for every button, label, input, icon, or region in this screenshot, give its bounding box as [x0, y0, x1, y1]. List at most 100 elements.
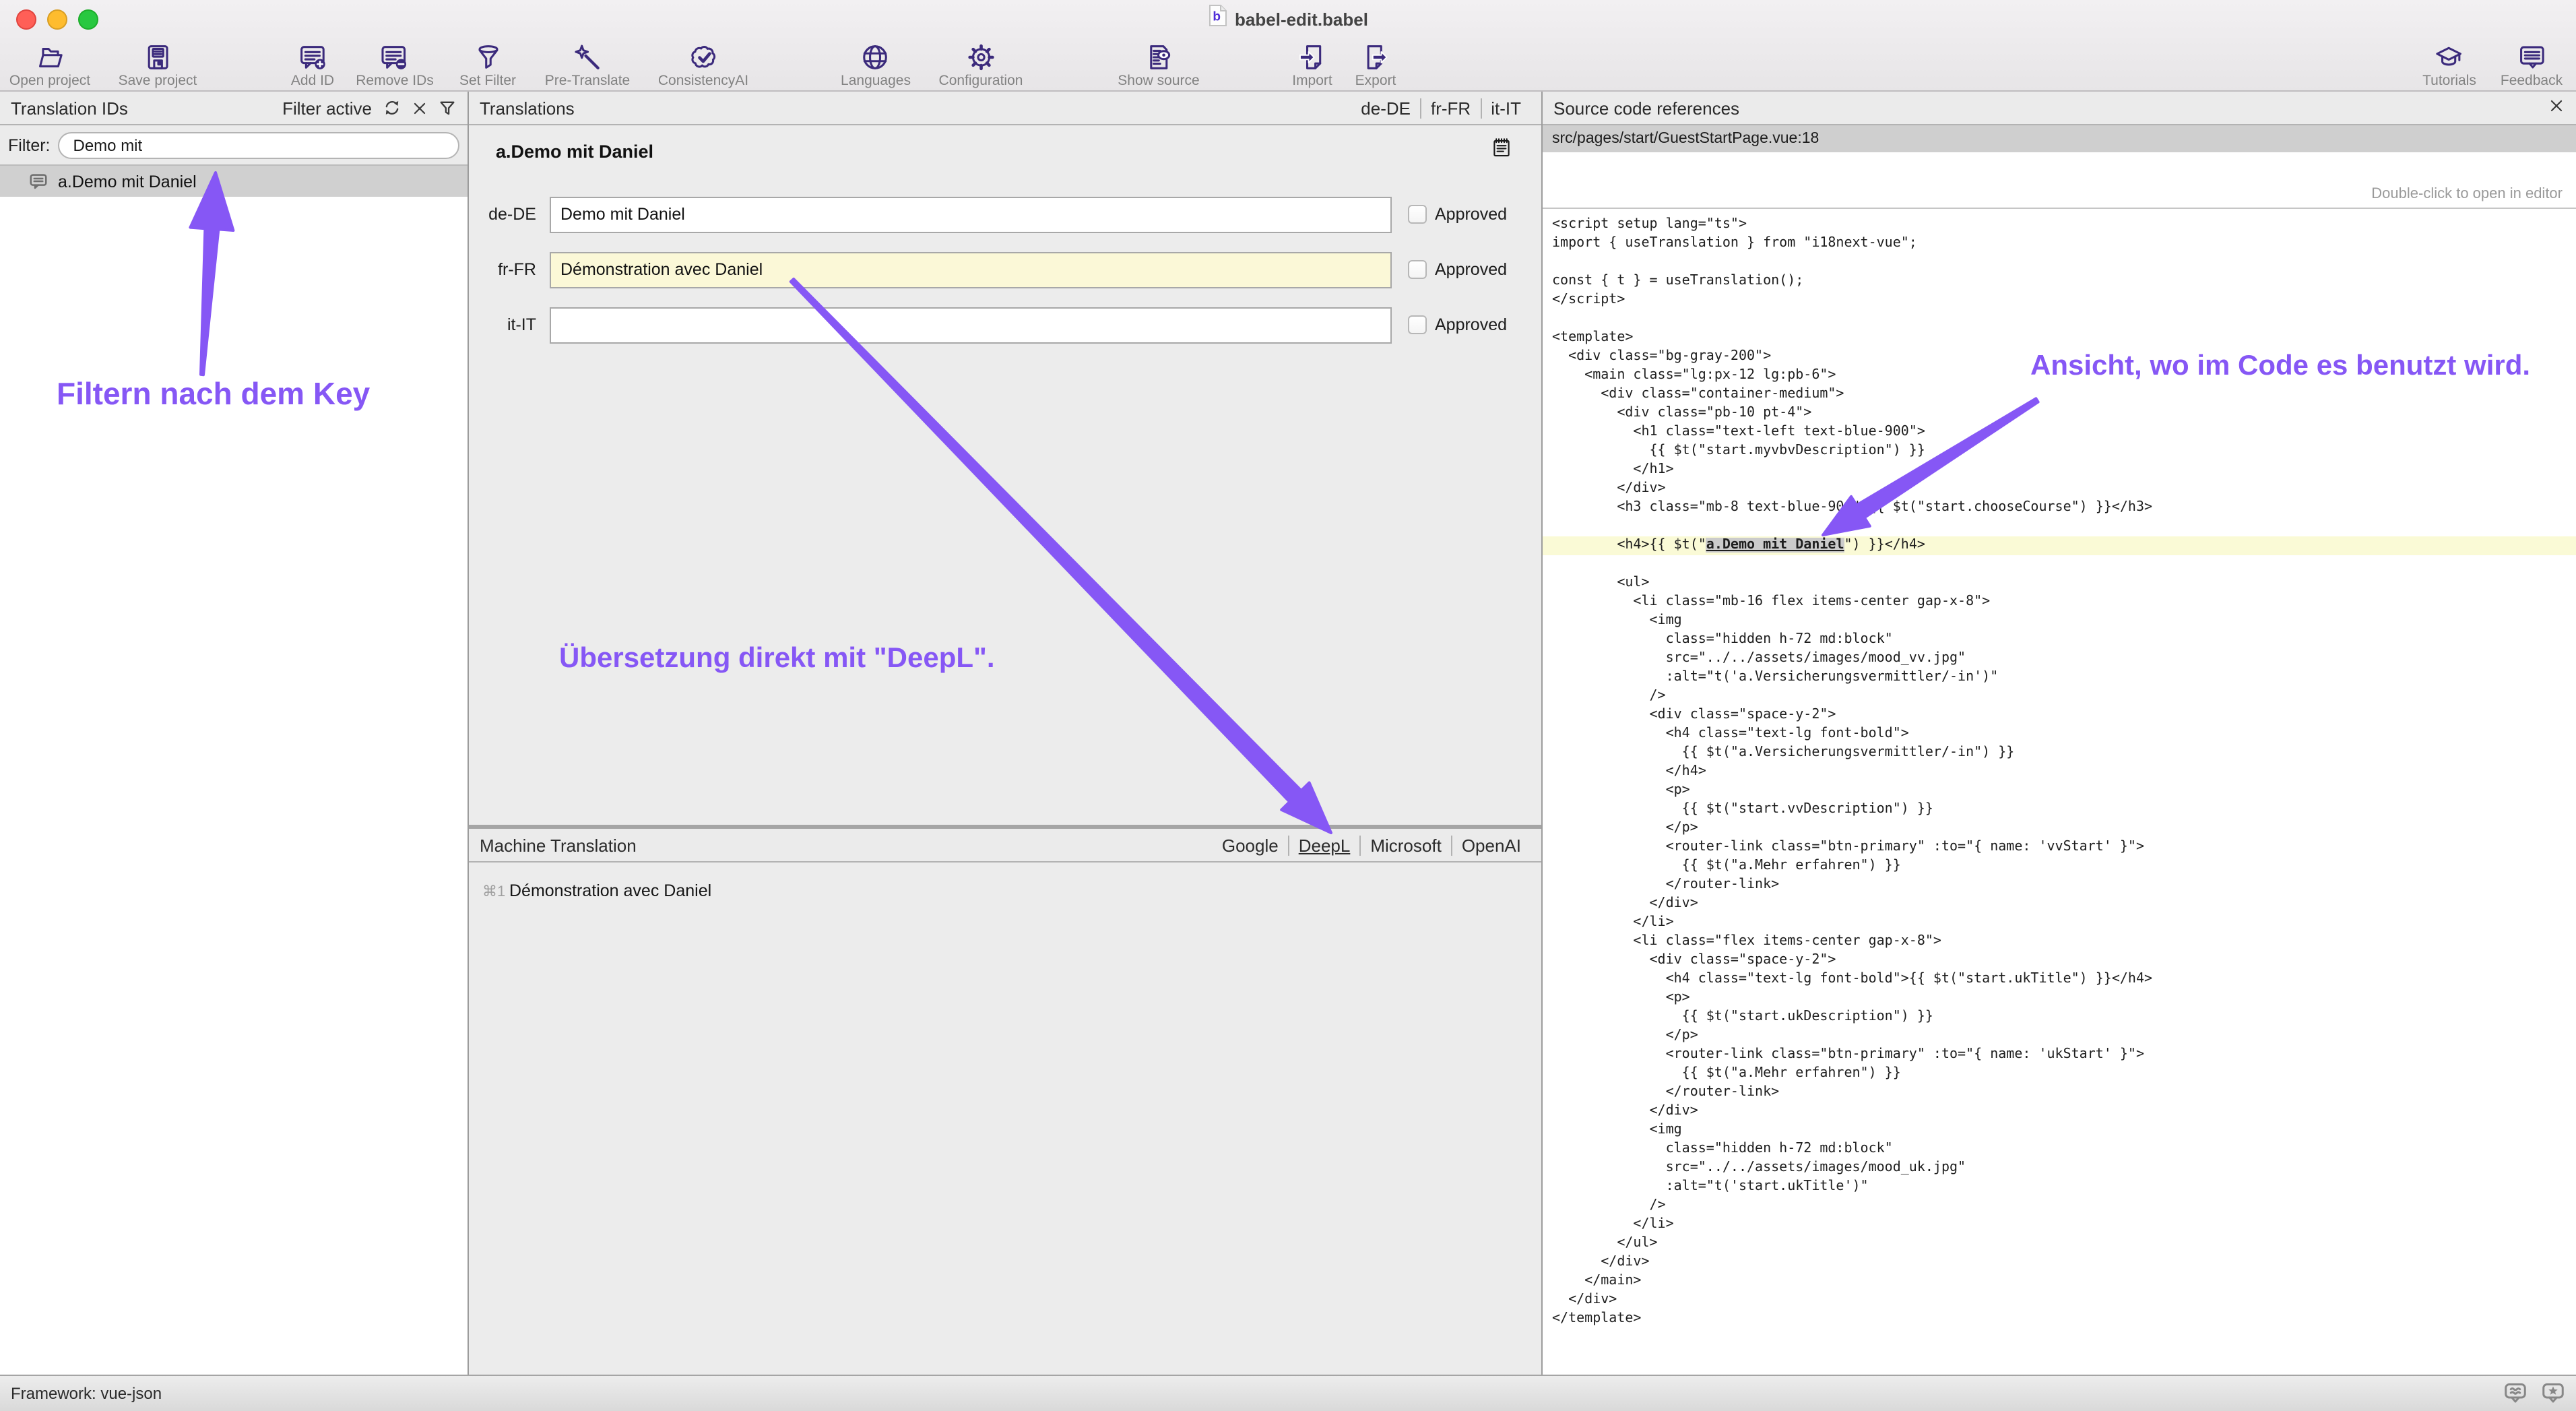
toolbar-label: Feedback	[2501, 73, 2563, 89]
code-line: </div>	[1543, 1253, 2576, 1272]
toolbar-button-tutorials[interactable]: Tutorials	[2422, 40, 2476, 89]
code-line	[1543, 555, 2576, 574]
mt-result-text: Démonstration avec Daniel	[509, 881, 711, 900]
filter-funnel-icon[interactable]	[438, 98, 457, 117]
code-line: <template>	[1543, 329, 2576, 348]
code-line: src="../../assets/images/mood_uk.jpg"	[1543, 1159, 2576, 1178]
languages-icon	[860, 40, 891, 73]
current-translation-id: a.Demo mit Daniel	[496, 142, 653, 162]
code-line: <h4 class="text-lg font-bold">	[1543, 725, 2576, 744]
translation-input-it-IT[interactable]	[550, 307, 1392, 344]
toolbar-button-save-project[interactable]: Save project	[119, 40, 197, 89]
code-line: </p>	[1543, 819, 2576, 838]
code-line: <p>	[1543, 989, 2576, 1008]
code-line: </div>	[1543, 1102, 2576, 1121]
highlighted-translation-id-in-code[interactable]: a.Demo mit Daniel	[1706, 538, 1844, 553]
translation-input-fr-FR[interactable]: Démonstration avec Daniel	[550, 252, 1392, 288]
code-line: <div class="container-medium">	[1543, 385, 2576, 404]
remove-ids-icon	[379, 40, 410, 73]
toolbar-button-export[interactable]: Export	[1355, 40, 1396, 89]
toolbar-label: Set Filter	[459, 73, 516, 89]
code-line: :alt="t('a.Versicherungsvermittler/-in')…	[1543, 668, 2576, 687]
filter-active-label: Filter active	[282, 98, 372, 118]
mt-provider-tab-google[interactable]: Google	[1213, 835, 1288, 855]
mt-provider-tab-deepl[interactable]: DeepL	[1288, 835, 1360, 855]
language-tab-fr-FR[interactable]: fr-FR	[1420, 98, 1480, 118]
translation-input-de-DE[interactable]: Demo mit Daniel	[550, 197, 1392, 233]
toolbar-button-add-id[interactable]: Add ID	[291, 40, 334, 89]
code-line: </li>	[1543, 1216, 2576, 1234]
source-code-view[interactable]: <script setup lang="ts">import { useTran…	[1543, 209, 2576, 1375]
set-filter-icon	[472, 40, 503, 73]
code-line: {{ $t("a.Versicherungsvermittler/-in") }…	[1543, 744, 2576, 763]
notes-button[interactable]	[1490, 136, 1513, 166]
toolbar-button-configuration[interactable]: Configuration	[939, 40, 1023, 89]
code-line: <li class="mb-16 flex items-center gap-x…	[1543, 593, 2576, 612]
code-line: <img	[1543, 1121, 2576, 1140]
feedback-icon	[2516, 40, 2547, 73]
language-label-fr-FR: fr-FR	[469, 260, 536, 279]
language-tab-it-IT[interactable]: it-IT	[1480, 98, 1531, 118]
code-line: <h1 class="text-left text-blue-900">	[1543, 423, 2576, 442]
document-icon: b	[1208, 4, 1227, 34]
toolbar-label: Languages	[841, 73, 911, 89]
translation-ids-panel: Translation IDs Filter active Filter: a.…	[0, 92, 469, 1375]
code-line: </div>	[1543, 895, 2576, 914]
approved-checkbox-it-IT[interactable]	[1408, 315, 1427, 334]
toolbar-label: Remove IDs	[356, 73, 434, 89]
toolbar: Open project Save project Add ID Remove IDs…	[0, 38, 2576, 92]
source-reference-list: src/pages/start/GuestStartPage.vue:18 Do…	[1543, 125, 2576, 209]
toolbar-button-feedback[interactable]: Feedback	[2501, 40, 2563, 89]
mt-provider-tab-openai[interactable]: OpenAI	[1451, 835, 1531, 855]
toolbar-button-consistency-ai[interactable]: ConsistencyAI	[658, 40, 748, 89]
toolbar-button-show-source[interactable]: Show source	[1118, 40, 1199, 89]
code-line: <p>	[1543, 782, 2576, 801]
window-title: babel-edit.babel	[1235, 9, 1368, 29]
filter-input[interactable]	[59, 131, 460, 158]
code-line: </ul>	[1543, 1234, 2576, 1253]
toolbar-button-import[interactable]: Import	[1292, 40, 1332, 89]
mt-provider-tab-microsoft[interactable]: Microsoft	[1359, 835, 1450, 855]
code-line: <router-link class="btn-primary" :to="{ …	[1543, 1046, 2576, 1065]
toolbar-button-open-project[interactable]: Open project	[9, 40, 90, 89]
code-line: <li class="flex items-center gap-x-8">	[1543, 933, 2576, 951]
code-line: </template>	[1543, 1310, 2576, 1329]
translation-ids-title: Translation IDs	[11, 98, 128, 118]
code-line: const { t } = useTranslation();	[1543, 272, 2576, 291]
approved-label: Approved	[1435, 315, 1507, 334]
close-icon[interactable]	[411, 99, 428, 117]
translation-id-item[interactable]: a.Demo mit Daniel	[0, 166, 468, 197]
translations-title: Translations	[480, 98, 575, 118]
toolbar-label: Show source	[1118, 73, 1199, 89]
approved-checkbox-fr-FR[interactable]	[1408, 260, 1427, 279]
refresh-icon[interactable]	[383, 98, 401, 117]
approved-checkbox-de-DE[interactable]	[1408, 205, 1427, 224]
code-line: </h1>	[1543, 461, 2576, 480]
mt-shortcut: ⌘1	[482, 882, 509, 900]
toolbar-button-remove-ids[interactable]: Remove IDs	[356, 40, 434, 89]
toolbar-button-languages[interactable]: Languages	[841, 40, 911, 89]
toolbar-button-pre-translate[interactable]: Pre-Translate	[545, 40, 630, 89]
chat-star-icon[interactable]	[2541, 1381, 2565, 1406]
save-project-icon	[142, 40, 173, 73]
code-line: </main>	[1543, 1272, 2576, 1291]
svg-text:b: b	[1212, 9, 1220, 24]
code-line: <ul>	[1543, 574, 2576, 593]
filter-row: Filter:	[0, 125, 468, 166]
translations-panel: Translations de-DEfr-FRit-IT a.Demo mit …	[469, 92, 1543, 1375]
code-line: <h4 class="text-lg font-bold">{{ $t("sta…	[1543, 970, 2576, 989]
mt-result-row[interactable]: ⌘1Démonstration avec Daniel	[469, 877, 1541, 904]
close-panel-icon[interactable]	[2548, 97, 2565, 119]
toolbar-label: Save project	[119, 73, 197, 89]
pre-translate-icon	[572, 40, 603, 73]
chat-wave-icon[interactable]	[2503, 1381, 2527, 1406]
code-line: <div class="space-y-2">	[1543, 951, 2576, 970]
code-line: </script>	[1543, 291, 2576, 310]
status-bar: Framework: vue-json	[0, 1375, 2576, 1411]
language-tab-de-DE[interactable]: de-DE	[1351, 98, 1420, 118]
toolbar-button-set-filter[interactable]: Set Filter	[459, 40, 516, 89]
code-line: {{ $t("start.ukDescription") }}	[1543, 1008, 2576, 1027]
code-line: <h3 class="mb-8 text-blue-900">{{ $t("st…	[1543, 499, 2576, 518]
source-reference-row[interactable]: src/pages/start/GuestStartPage.vue:18	[1543, 125, 2576, 152]
toolbar-label: Open project	[9, 73, 90, 89]
